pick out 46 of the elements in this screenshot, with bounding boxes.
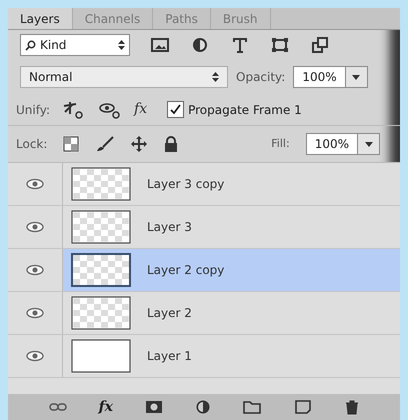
layer-name: Layer 3 (147, 219, 192, 236)
layer-row[interactable]: Layer 1 (63, 335, 400, 377)
lock-label: Lock: (16, 136, 48, 153)
transform-icon[interactable] (270, 35, 290, 55)
fill-label: Fill: (271, 136, 290, 152)
propagate-checkbox[interactable] (167, 101, 184, 118)
caret-icon (364, 142, 372, 146)
eye-icon[interactable] (26, 264, 44, 276)
image-icon[interactable] (150, 35, 170, 55)
new-layer-icon[interactable] (293, 399, 314, 415)
layer-name: Layer 1 (147, 348, 192, 365)
checker-lock-icon[interactable] (63, 136, 80, 152)
unify-label: Unify: (16, 102, 50, 118)
unify-style-button[interactable]: fx (134, 99, 148, 120)
layer-row[interactable]: Layer 2 (63, 292, 400, 334)
up-down-arrows-icon (118, 40, 125, 50)
layer-row[interactable]: Layer 3 copy (63, 163, 400, 205)
trash-icon[interactable] (344, 399, 360, 415)
layer-name: Layer 3 copy (147, 176, 224, 193)
layer-name: Layer 2 (147, 305, 192, 322)
layer-row[interactable]: Layer 3 (63, 206, 400, 248)
caret-icon (352, 74, 360, 80)
fill-field[interactable]: 100% (306, 133, 380, 155)
eye-icon[interactable] (26, 178, 44, 190)
brush-icon[interactable] (95, 136, 116, 152)
layer-row[interactable]: Layer 2 copy (63, 249, 400, 291)
layer-name: Layer 2 copy (147, 262, 224, 279)
adjustment-icon[interactable] (195, 399, 212, 415)
opacity-field[interactable]: 100% (293, 66, 368, 88)
folder-icon[interactable] (242, 399, 262, 415)
half-circle-icon[interactable] (190, 35, 210, 55)
up-down-arrows-icon (212, 72, 219, 82)
eye-icon[interactable] (26, 307, 44, 319)
opacity-label: Opacity: (236, 69, 286, 86)
mask-icon[interactable] (144, 399, 164, 415)
propagate-label: Propagate Frame 1 (188, 102, 302, 118)
filter-dropdown[interactable]: Kind (20, 34, 130, 56)
move-icon[interactable] (131, 136, 148, 152)
eye-icon[interactable] (26, 350, 44, 362)
effects-button[interactable]: fx (98, 396, 113, 418)
lock-icon[interactable] (163, 136, 180, 152)
blend-mode-dropdown[interactable]: Normal (20, 66, 228, 88)
text-icon[interactable] (230, 35, 250, 55)
panel-tab[interactable]: Layers (8, 8, 73, 29)
search-icon (25, 40, 36, 50)
eye-icon[interactable] (26, 221, 44, 233)
